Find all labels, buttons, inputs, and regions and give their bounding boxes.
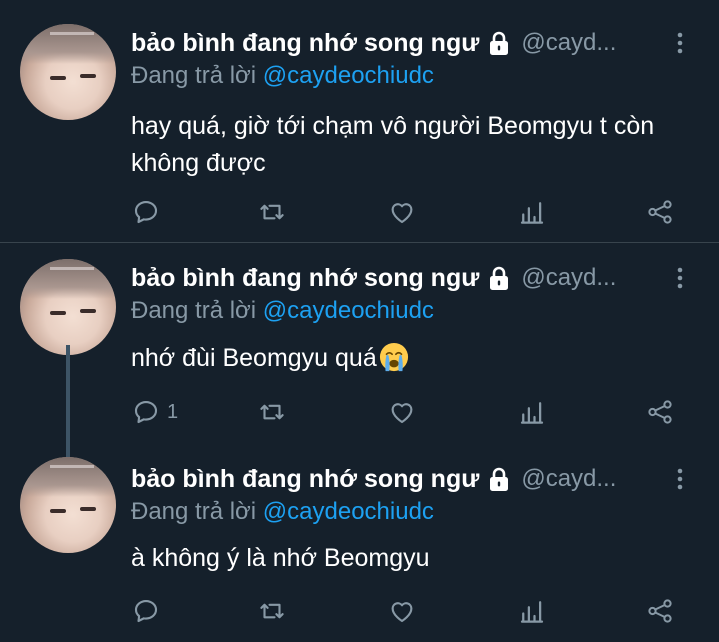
- stats-icon: [517, 197, 547, 227]
- share-icon: [645, 397, 675, 427]
- reply-button[interactable]: 1: [131, 396, 178, 428]
- display-name[interactable]: bảo bình đang nhớ song ngư: [131, 264, 479, 293]
- handle[interactable]: @cayd...: [521, 264, 616, 292]
- share-icon: [645, 596, 675, 626]
- share-button[interactable]: [645, 595, 675, 627]
- tweet-1[interactable]: bảo bình đang nhớ song ngư @cayd... Đang…: [0, 0, 719, 243]
- action-bar: 1: [131, 396, 691, 428]
- lock-icon: [487, 466, 511, 492]
- mention-link[interactable]: @caydeochiudc: [263, 297, 434, 324]
- like-button[interactable]: [387, 396, 417, 428]
- tweet-3[interactable]: bảo bình đang nhớ song ngư @cayd... Đang…: [0, 442, 719, 642]
- mention-link[interactable]: @caydeochiudc: [263, 62, 434, 89]
- retweet-button[interactable]: [257, 396, 287, 428]
- like-icon: [387, 397, 417, 427]
- retweet-button[interactable]: [257, 595, 287, 627]
- reply-icon: [131, 596, 161, 626]
- like-icon: [387, 596, 417, 626]
- stats-icon: [517, 397, 547, 427]
- avatar[interactable]: [20, 259, 116, 355]
- reply-icon: [131, 397, 161, 427]
- tweet-2[interactable]: bảo bình đang nhớ song ngư @cayd... Đang…: [0, 243, 719, 458]
- stats-button[interactable]: [517, 595, 547, 627]
- replying-prefix: Đang trả lời: [131, 498, 257, 525]
- tweet-header: bảo bình đang nhớ song ngư @cayd...: [131, 27, 616, 59]
- like-button[interactable]: [387, 196, 417, 228]
- share-button[interactable]: [645, 196, 675, 228]
- tweet-text: à không ý là nhớ Beomgyu: [131, 544, 430, 572]
- tweet-text: hay quá, giờ tới chạm vô người Beomgyu t…: [131, 112, 655, 177]
- like-icon: [387, 197, 417, 227]
- display-name[interactable]: bảo bình đang nhớ song ngư: [131, 29, 479, 58]
- retweet-icon: [257, 197, 287, 227]
- reply-count: 1: [167, 400, 179, 423]
- reply-button[interactable]: [131, 196, 167, 228]
- handle[interactable]: @cayd...: [521, 29, 616, 57]
- tweet-text: nhớ đùi Beomgyu quá: [131, 344, 377, 372]
- lock-icon: [487, 30, 511, 56]
- reply-icon: [131, 197, 161, 227]
- replying-to: Đang trả lời @caydeochiudc: [131, 498, 434, 526]
- loudly-crying-face-icon: [379, 342, 408, 372]
- mention-link[interactable]: @caydeochiudc: [263, 498, 434, 525]
- avatar[interactable]: [20, 24, 116, 120]
- tweet-header: bảo bình đang nhớ song ngư @cayd...: [131, 463, 616, 495]
- tweet-text-container: nhớ đùi Beomgyu quá: [131, 340, 691, 377]
- replying-to: Đang trả lời @caydeochiudc: [131, 62, 434, 90]
- more-menu-icon[interactable]: [672, 30, 688, 56]
- reply-button[interactable]: [131, 595, 167, 627]
- more-menu-icon[interactable]: [672, 466, 688, 492]
- stats-button[interactable]: [517, 396, 547, 428]
- display-name[interactable]: bảo bình đang nhớ song ngư: [131, 465, 479, 494]
- more-menu-icon[interactable]: [672, 265, 688, 291]
- action-bar: [131, 196, 691, 228]
- handle[interactable]: @cayd...: [521, 465, 616, 493]
- replying-to: Đang trả lời @caydeochiudc: [131, 297, 434, 325]
- replying-prefix: Đang trả lời: [131, 297, 257, 324]
- retweet-icon: [257, 397, 287, 427]
- lock-icon: [487, 265, 511, 291]
- stats-icon: [517, 596, 547, 626]
- action-bar: [131, 595, 691, 627]
- share-icon: [645, 197, 675, 227]
- like-button[interactable]: [387, 595, 417, 627]
- retweet-icon: [257, 596, 287, 626]
- stats-button[interactable]: [517, 196, 547, 228]
- replying-prefix: Đang trả lời: [131, 62, 257, 89]
- retweet-button[interactable]: [257, 196, 287, 228]
- tweet-header: bảo bình đang nhớ song ngư @cayd...: [131, 262, 616, 294]
- avatar[interactable]: [20, 457, 116, 553]
- share-button[interactable]: [645, 396, 675, 428]
